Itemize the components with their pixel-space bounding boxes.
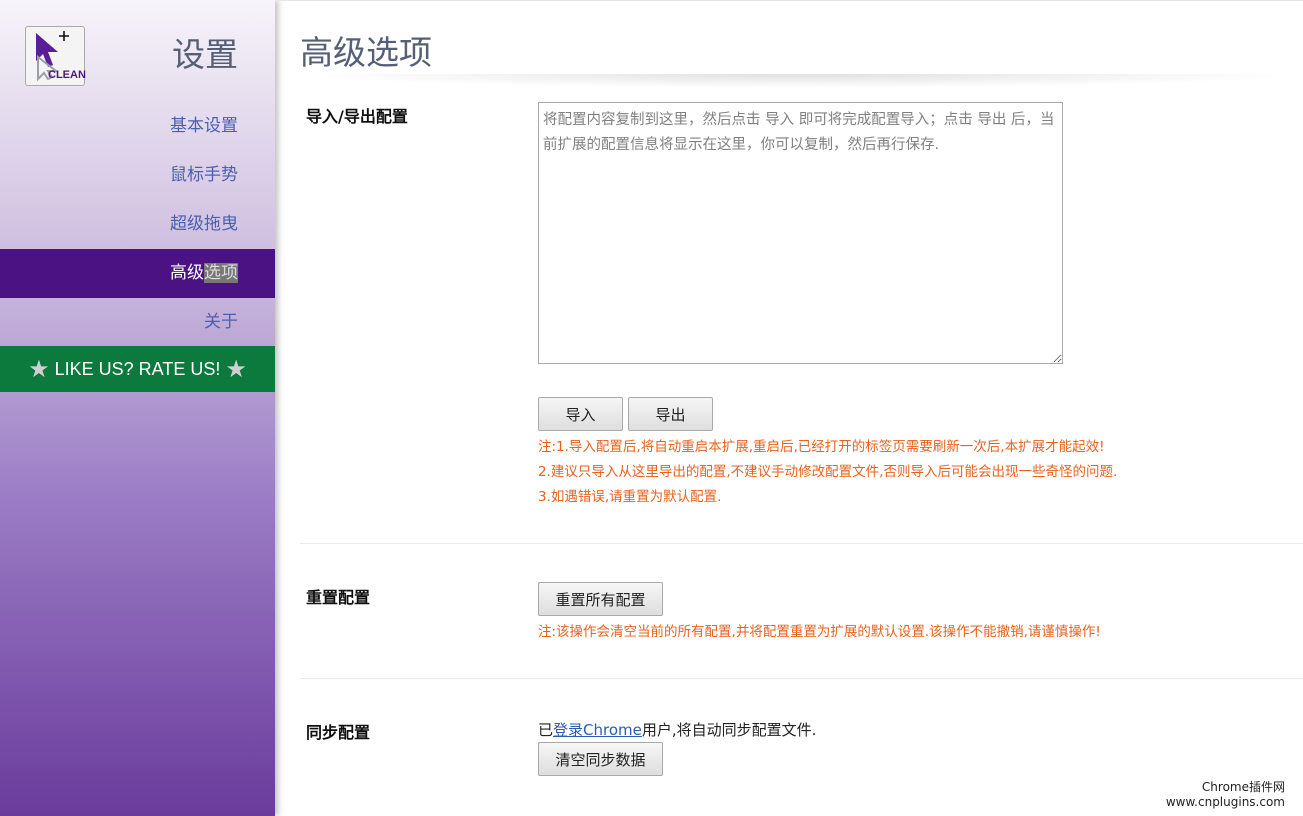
sync-label: 同步配置 xyxy=(306,723,371,742)
sidebar-item-basic-settings[interactable]: 基本设置 xyxy=(0,102,275,151)
sidebar-item-super-drag[interactable]: 超级拖曳 xyxy=(0,200,275,249)
sync-text-suffix: 用户,将自动同步配置文件. xyxy=(641,721,817,739)
sidebar-nav: 基本设置 鼠标手势 超级拖曳 高级选项 关于 xyxy=(0,102,275,347)
reset-all-button[interactable]: 重置所有配置 xyxy=(538,582,663,616)
import-note-1: 注:1.导入配置后,将自动重启本扩展,重启后,已经打开的标签页需要刷新一次后,本… xyxy=(538,439,1105,455)
title-shadow xyxy=(300,74,1303,88)
sidebar-item-mouse-gestures[interactable]: 鼠标手势 xyxy=(0,151,275,200)
export-button[interactable]: 导出 xyxy=(628,397,713,431)
sidebar-title: 设置 xyxy=(172,35,238,74)
sidebar-item-label-selected: 选项 xyxy=(204,263,238,283)
import-note-2: 2.建议只导入从这里导出的配置,不建议手动修改配置文件,否则导入后可能会出现一些… xyxy=(538,464,1118,480)
import-button[interactable]: 导入 xyxy=(538,397,623,431)
sync-text-prefix: 已 xyxy=(538,721,554,739)
star-icon: ★ xyxy=(225,356,247,383)
rate-us-text: LIKE US? RATE US! xyxy=(54,359,221,379)
sync-status-text: 已登录Chrome用户,将自动同步配置文件. xyxy=(538,719,816,740)
watermark: Chrome插件网 www.cnplugins.com xyxy=(1166,780,1285,810)
section-divider xyxy=(300,678,1303,679)
login-chrome-link[interactable]: 登录Chrome xyxy=(553,721,642,739)
app-logo: CLEAN xyxy=(25,26,86,86)
rate-us-banner[interactable]: ★ LIKE US? RATE US! ★ xyxy=(0,346,275,392)
clear-sync-data-button[interactable]: 清空同步数据 xyxy=(538,742,663,776)
sidebar-item-advanced-options[interactable]: 高级选项 xyxy=(0,249,275,298)
sidebar: CLEAN 设置 基本设置 鼠标手势 超级拖曳 高级选项 关于 ★ LIKE U… xyxy=(0,0,275,816)
import-export-label: 导入/导出配置 xyxy=(306,107,408,126)
logo-text: CLEAN xyxy=(48,69,86,81)
top-border xyxy=(275,0,1303,1)
watermark-line-1: Chrome插件网 xyxy=(1201,780,1285,794)
config-textarea[interactable] xyxy=(538,102,1063,364)
sidebar-item-about[interactable]: 关于 xyxy=(0,298,275,347)
page-title: 高级选项 xyxy=(300,33,432,72)
reset-label: 重置配置 xyxy=(306,588,371,607)
reset-note: 注:该操作会清空当前的所有配置,并将配置重置为扩展的默认设置.该操作不能撤销,请… xyxy=(538,624,1101,640)
section-divider xyxy=(300,543,1303,544)
star-icon: ★ xyxy=(28,356,50,383)
watermark-line-2: www.cnplugins.com xyxy=(1165,795,1285,809)
sidebar-item-label: 高级 xyxy=(170,263,204,283)
import-note-3: 3.如遇错误,请重置为默认配置. xyxy=(538,489,722,505)
